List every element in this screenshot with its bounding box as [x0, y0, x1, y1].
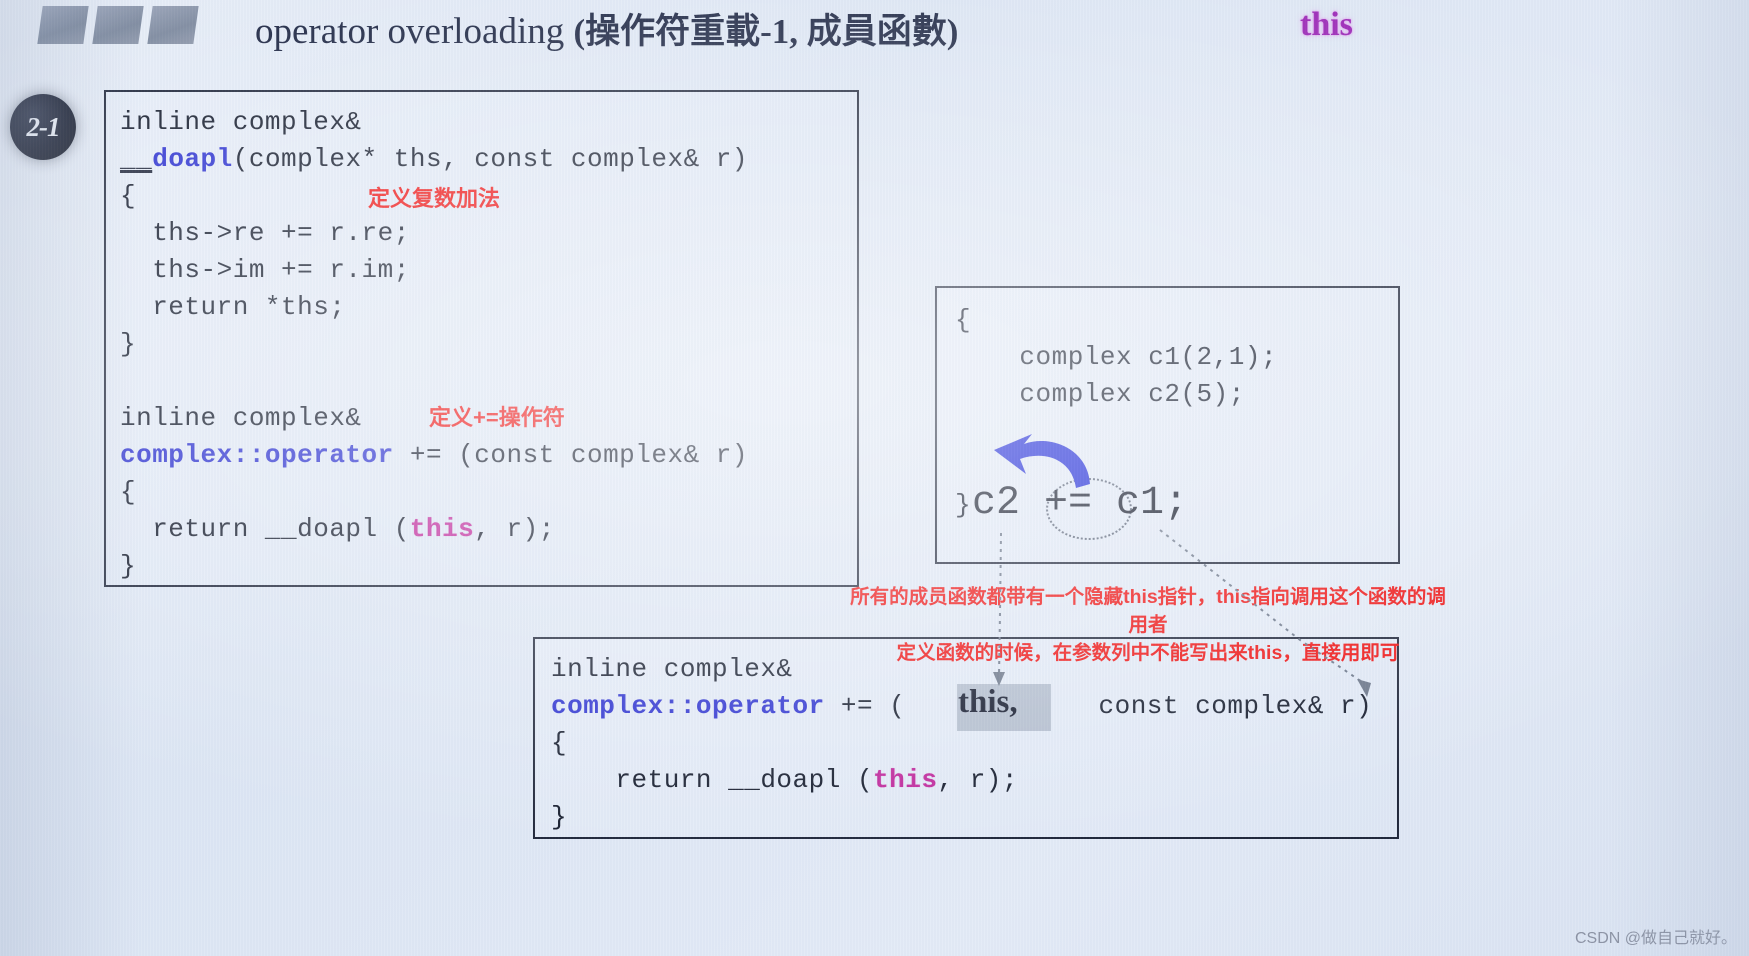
annotation-line-1: 所有的成员函数都带有一个隐藏this指针，this指向调用这个函数的调用者 — [850, 586, 1446, 636]
code-line: complex c2(5); — [955, 379, 1245, 409]
deco-squares-icon — [37, 6, 199, 44]
annotation-hidden-this-note: 所有的成员函数都带有一个隐藏this指针，this指向调用这个函数的调用者 定义… — [848, 583, 1448, 667]
code-token-underscores: __ — [120, 144, 153, 174]
code-block-hidden: inline complex& complex::operator += ( c… — [551, 654, 1373, 832]
code-token-this: this — [873, 765, 938, 795]
annotation-define-complex-add: 定义复数加法 — [368, 186, 501, 211]
annotation-define-pluseq-operator: 定义+=操作符 — [429, 405, 565, 430]
code-block-main: inline complex& __doapl(complex* ths, co… — [120, 107, 749, 581]
code-token-this: this — [409, 514, 475, 544]
code-line: inline complex& — [551, 654, 793, 684]
page-title-cn: (操作符重載-1, 成員函數) — [573, 12, 959, 51]
code-line: { — [955, 305, 972, 335]
code-token-complex-operator: complex::operator — [551, 691, 825, 721]
page-title-keyword: this — [1300, 6, 1353, 43]
slide-number-badge: 2-1 — [10, 94, 76, 160]
slide-header: operator overloading (操作符重載-1, 成員函數) thi… — [0, 0, 1749, 62]
code-line: inline complex& — [120, 107, 362, 137]
annotation-line-2: 定义函数的时候，在参数列中不能写出来this，直接用即可 — [896, 642, 1400, 664]
page-title-en: operator overloading — [255, 11, 574, 52]
curved-arrow-icon — [994, 434, 1090, 488]
expr-right: c1; — [1092, 481, 1189, 526]
watermark: CSDN @做自己就好。 — [1574, 930, 1737, 947]
code-line: { — [551, 728, 568, 758]
this-parameter-label: this, — [958, 684, 1018, 720]
code-panel-hidden-this: inline complex& complex::operator += ( c… — [533, 637, 1399, 839]
code-token-complex-operator: complex::operator — [120, 440, 394, 470]
code-sig-rest: += ( — [824, 691, 906, 721]
code-line: inline complex& — [120, 403, 362, 433]
code-token-doapl: doapl — [152, 144, 233, 174]
code-line: } — [551, 802, 568, 832]
page-title: operator overloading (操作符重載-1, 成員函數) — [255, 3, 958, 54]
code-line: } — [955, 490, 972, 520]
code-panel-doapl: inline complex& __doapl(complex* ths, co… — [104, 90, 859, 587]
code-line: complex c1(2,1); — [955, 342, 1278, 372]
